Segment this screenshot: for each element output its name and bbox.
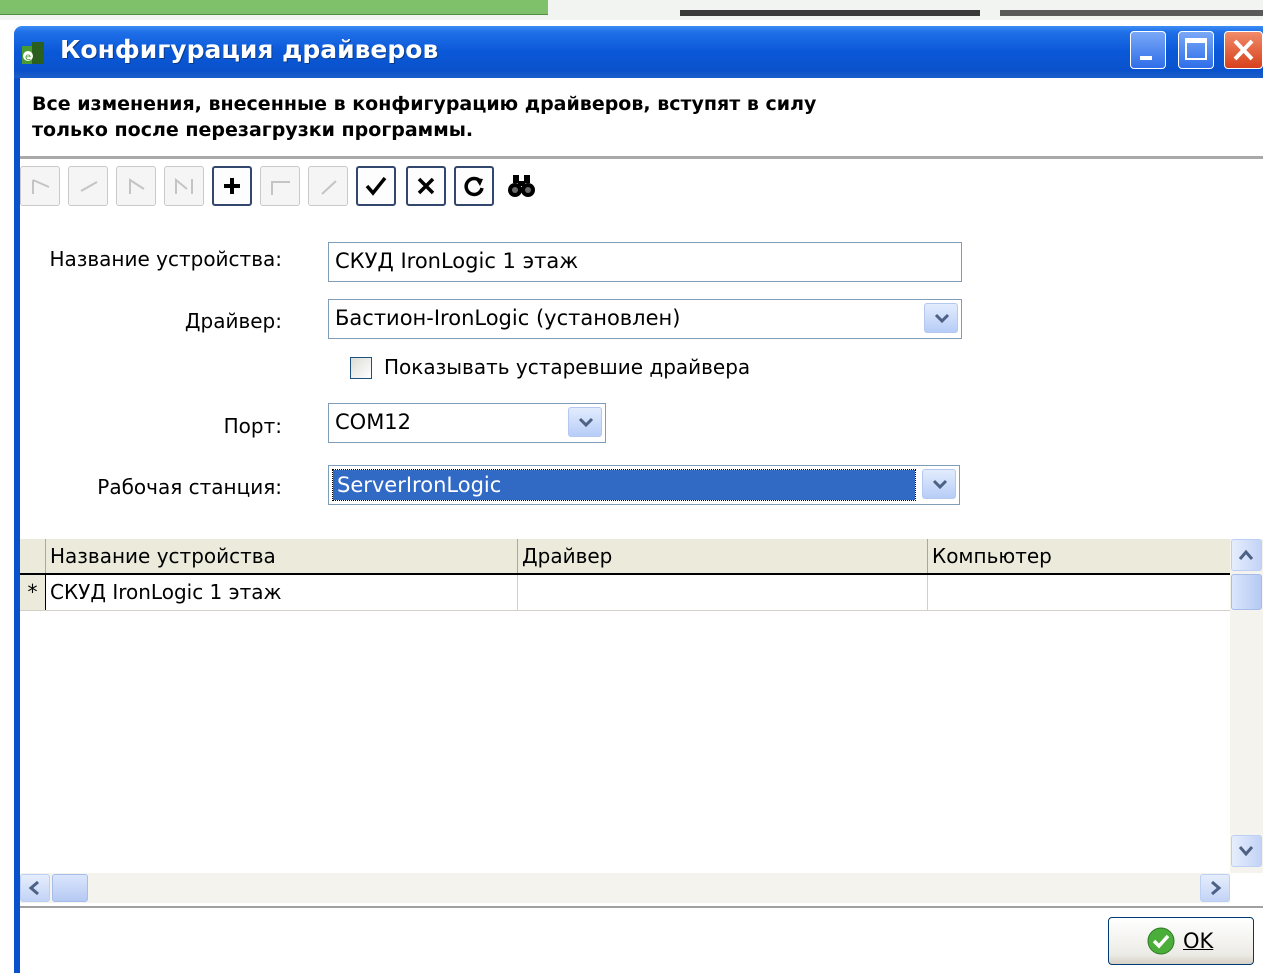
chevron-up-icon bbox=[1238, 549, 1254, 560]
chevron-down-icon bbox=[932, 479, 948, 490]
delete-button[interactable] bbox=[260, 166, 300, 206]
cell-device-name[interactable]: СКУД IronLogic 1 этаж bbox=[46, 575, 518, 610]
show-outdated-label[interactable]: Показывать устаревшие драйвера bbox=[384, 355, 750, 379]
column-header-driver[interactable]: Драйвер bbox=[518, 539, 928, 573]
horizontal-scrollbar[interactable] bbox=[20, 873, 1230, 903]
minimize-icon bbox=[1140, 56, 1152, 60]
port-value: COM12 bbox=[335, 410, 412, 434]
first-record-button[interactable] bbox=[20, 166, 60, 206]
maximize-button[interactable] bbox=[1178, 31, 1214, 69]
scroll-left-button[interactable] bbox=[20, 874, 50, 902]
driver-label: Драйвер: bbox=[184, 309, 282, 333]
refresh-button[interactable] bbox=[454, 166, 494, 206]
horizontal-scroll-thumb[interactable] bbox=[52, 874, 88, 902]
driver-select[interactable]: Бастион-IronLogic (установлен) bbox=[328, 299, 962, 339]
column-header-computer[interactable]: Компьютер bbox=[928, 539, 1230, 573]
background-window-edge bbox=[1000, 10, 1263, 16]
cell-driver[interactable] bbox=[518, 575, 928, 610]
device-name-field[interactable]: СКУД IronLogic 1 этаж bbox=[328, 242, 962, 282]
minimize-button[interactable] bbox=[1130, 31, 1166, 69]
scroll-up-button[interactable] bbox=[1231, 539, 1262, 571]
separator bbox=[20, 156, 1263, 160]
ok-label: OK bbox=[1183, 929, 1214, 953]
row-indicator-header bbox=[20, 539, 46, 573]
prior-record-icon bbox=[80, 181, 98, 192]
device-name-value: СКУД IronLogic 1 этаж bbox=[335, 249, 579, 273]
cancel-icon bbox=[417, 177, 435, 195]
svg-text:e: e bbox=[25, 52, 31, 63]
navigator-toolbar bbox=[20, 166, 620, 208]
ok-button[interactable]: OK bbox=[1108, 917, 1254, 965]
app-icon: e bbox=[20, 40, 46, 66]
edit-icon bbox=[321, 180, 337, 195]
search-button[interactable] bbox=[506, 172, 538, 202]
chevron-right-icon bbox=[1211, 880, 1222, 896]
vertical-scrollbar[interactable] bbox=[1230, 539, 1263, 873]
chevron-down-icon bbox=[1238, 846, 1254, 857]
first-record-icon bbox=[32, 179, 50, 194]
apply-button[interactable] bbox=[356, 166, 396, 206]
show-outdated-checkbox[interactable] bbox=[350, 357, 372, 379]
next-record-icon bbox=[129, 178, 145, 194]
prior-record-button[interactable] bbox=[68, 166, 108, 206]
apply-icon bbox=[365, 176, 387, 196]
workstation-select[interactable]: ServerIronLogic bbox=[328, 465, 960, 505]
port-label: Порт: bbox=[223, 414, 282, 438]
desktop-strip bbox=[0, 0, 1263, 20]
add-icon bbox=[224, 178, 240, 194]
vertical-scroll-thumb[interactable] bbox=[1231, 574, 1262, 610]
driver-dropdown-button[interactable] bbox=[924, 303, 958, 333]
workstation-dropdown-button[interactable] bbox=[922, 469, 956, 499]
devices-grid[interactable]: Название устройства Драйвер Компьютер * … bbox=[20, 539, 1263, 903]
chevron-left-icon bbox=[28, 880, 39, 896]
column-header-device-name[interactable]: Название устройства bbox=[46, 539, 518, 573]
maximize-icon bbox=[1185, 38, 1207, 60]
edit-button[interactable] bbox=[308, 166, 348, 206]
close-button[interactable] bbox=[1224, 31, 1263, 69]
window-title: Конфигурация драйверов bbox=[60, 35, 439, 64]
scroll-right-button[interactable] bbox=[1200, 874, 1230, 902]
separator bbox=[20, 906, 1263, 908]
device-name-label: Название устройства: bbox=[49, 247, 282, 271]
notice-line: только после перезагрузки программы. bbox=[32, 119, 474, 141]
grid-header: Название устройства Драйвер Компьютер bbox=[20, 539, 1230, 575]
search-icon bbox=[508, 175, 535, 197]
port-dropdown-button[interactable] bbox=[568, 407, 602, 437]
chevron-down-icon bbox=[934, 313, 950, 324]
scroll-down-button[interactable] bbox=[1231, 835, 1262, 867]
restart-notice: Все изменения, внесенные в конфигурацию … bbox=[32, 91, 1032, 143]
driver-value: Бастион-IronLogic (установлен) bbox=[335, 306, 681, 330]
workstation-label: Рабочая станция: bbox=[97, 475, 282, 499]
background-window-edge bbox=[680, 10, 980, 16]
background-window-edge bbox=[0, 0, 548, 15]
cell-computer[interactable] bbox=[928, 575, 1230, 610]
chevron-down-icon bbox=[578, 417, 594, 428]
delete-icon bbox=[271, 181, 290, 195]
table-row[interactable]: * СКУД IronLogic 1 этаж bbox=[20, 575, 1230, 611]
workstation-value: ServerIronLogic bbox=[332, 469, 916, 501]
last-record-button[interactable] bbox=[164, 166, 204, 206]
cancel-button[interactable] bbox=[406, 166, 446, 206]
checkmark-icon bbox=[1147, 927, 1175, 955]
row-indicator[interactable]: * bbox=[20, 575, 46, 610]
last-record-icon bbox=[175, 177, 193, 194]
close-icon bbox=[1233, 39, 1254, 61]
port-select[interactable]: COM12 bbox=[328, 403, 606, 443]
refresh-icon bbox=[464, 176, 484, 197]
add-button[interactable] bbox=[212, 166, 252, 206]
title-bar[interactable]: e Конфигурация драйверов bbox=[14, 26, 1263, 78]
next-record-button[interactable] bbox=[116, 166, 156, 206]
notice-line: Все изменения, внесенные в конфигурацию … bbox=[32, 93, 817, 115]
